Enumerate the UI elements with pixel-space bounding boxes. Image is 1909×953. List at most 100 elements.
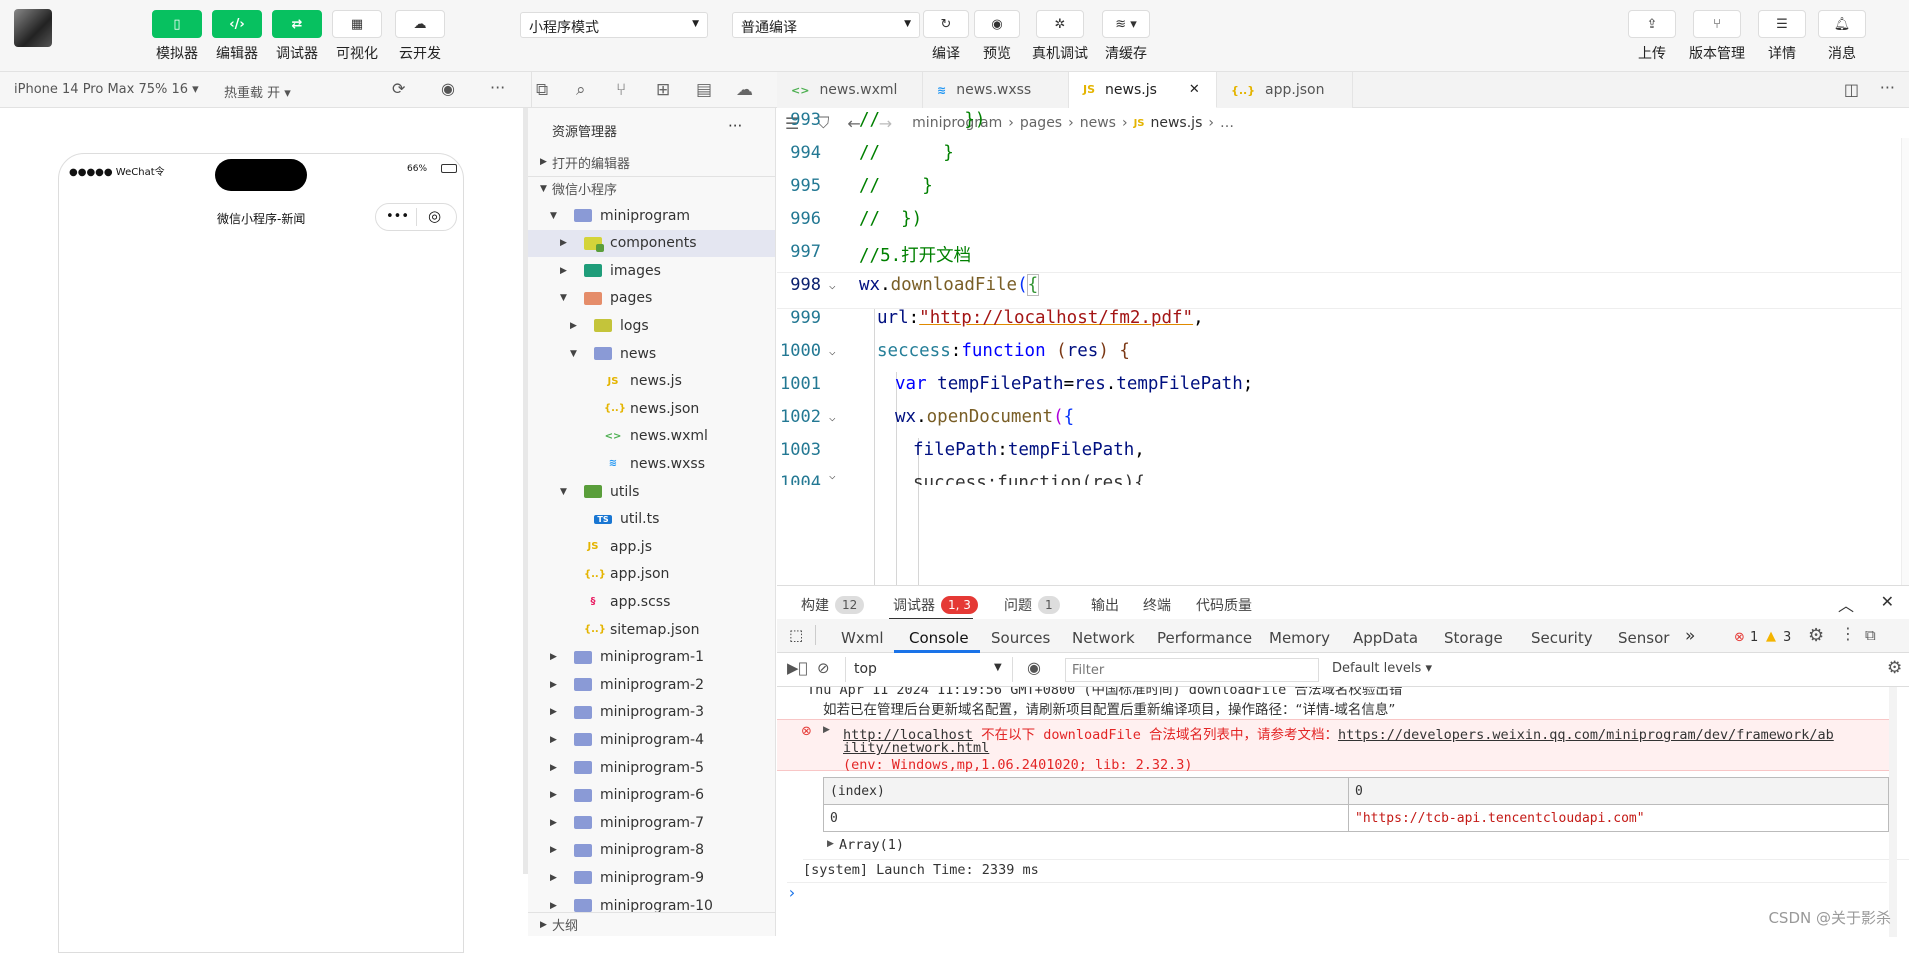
tab-app-json[interactable]: {..} app.json xyxy=(1217,72,1353,108)
hotreload-toggle[interactable]: 热重载 开 ▾ xyxy=(224,82,291,101)
tree-file[interactable]: §app.scss xyxy=(528,588,776,615)
tree-folder[interactable]: ▼pages xyxy=(528,285,776,312)
tree-file[interactable]: TSutil.ts xyxy=(528,506,776,533)
extensions-icon[interactable]: ⊞ xyxy=(656,80,670,100)
cloud-dev-icon[interactable]: ☁ xyxy=(736,80,753,100)
clear-cache-button[interactable]: ≋ ▾ 清缓存 xyxy=(1098,10,1154,63)
tree-folder[interactable]: ▶images xyxy=(528,257,776,284)
source-control-icon[interactable]: ⑂ xyxy=(616,80,626,100)
tab-news-js[interactable]: JS news.js ✕ xyxy=(1069,72,1217,108)
tree-folder[interactable]: ▶miniprogram-1 xyxy=(528,644,776,671)
debugger-button[interactable]: ⇄ 调试器 xyxy=(271,10,323,63)
tab-news-wxml[interactable]: <> news.wxml xyxy=(777,72,923,108)
compile-select[interactable]: 普通编译 ▼ xyxy=(732,12,920,38)
fold-chevron-icon[interactable]: ⌵ xyxy=(829,279,836,292)
fold-chevron-icon[interactable]: ⌵ xyxy=(829,471,836,482)
devtools-tab-console[interactable]: Console xyxy=(909,629,969,647)
section-outline[interactable]: ▶ 大纲 xyxy=(528,912,776,936)
fold-chevron-icon[interactable]: ⌵ xyxy=(829,345,836,358)
tree-file[interactable]: {..}app.json xyxy=(528,561,776,588)
devtools-tab-sources[interactable]: Sources xyxy=(991,629,1050,647)
split-editor-icon[interactable]: ◫ xyxy=(1844,80,1859,99)
devtools-tab-storage[interactable]: Storage xyxy=(1444,629,1503,647)
dock-icon[interactable]: ⧉ xyxy=(1865,626,1876,644)
tree-folder[interactable]: ▶miniprogram-4 xyxy=(528,726,776,753)
cloud-button[interactable]: ☁ 云开发 xyxy=(394,10,446,63)
code-editor[interactable]: ☰ ⛉ ← → miniprogram › pages › news › JS … xyxy=(777,108,1909,585)
collapse-panel-icon[interactable]: ︿ xyxy=(1838,592,1854,616)
section-project[interactable]: ▼ 微信小程序 xyxy=(528,176,776,200)
tree-folder[interactable]: ▶miniprogram-8 xyxy=(528,837,776,864)
tree-folder[interactable]: ▶miniprogram-9 xyxy=(528,864,776,891)
tree-file[interactable]: {..}sitemap.json xyxy=(528,616,776,643)
tab-output[interactable]: 输出 xyxy=(1091,595,1119,615)
tab-news-wxss[interactable]: ≋ news.wxss xyxy=(923,72,1069,108)
sidebar-toggle-icon[interactable]: ▶⃞ xyxy=(787,659,808,677)
close-icon[interactable]: ✕ xyxy=(1189,82,1200,97)
device-select[interactable]: iPhone 14 Pro Max 75% 16 ▾ xyxy=(14,82,199,97)
error-doc-link[interactable]: ility/network.html xyxy=(843,740,1909,756)
upload-button[interactable]: ⇪ 上传 xyxy=(1627,10,1677,63)
more-vert-icon[interactable]: ⋮ xyxy=(1840,624,1856,643)
clear-console-icon[interactable]: ⊘ xyxy=(817,659,830,677)
tree-folder[interactable]: ▶miniprogram-3 xyxy=(528,699,776,726)
tab-code-quality[interactable]: 代码质量 xyxy=(1196,595,1252,615)
tree-folder[interactable]: ▶logs xyxy=(528,312,776,339)
devtools-tab-wxml[interactable]: Wxml xyxy=(841,629,884,647)
tree-folder[interactable]: ▶miniprogram-5 xyxy=(528,754,776,781)
tree-folder[interactable]: ▶miniprogram-7 xyxy=(528,809,776,836)
editor-button[interactable]: ‹/› 编辑器 xyxy=(211,10,263,63)
tab-build[interactable]: 构建 12 xyxy=(801,595,864,615)
table-header[interactable]: (index) xyxy=(824,778,1349,805)
gear-icon[interactable]: ⚙ xyxy=(1808,625,1824,646)
visual-button[interactable]: ▦ 可视化 xyxy=(331,10,383,63)
gear-icon[interactable]: ⚙ xyxy=(1887,658,1902,678)
warning-count[interactable]: 3 xyxy=(1783,630,1791,645)
console-prompt[interactable]: › xyxy=(787,882,1887,902)
panel-icon[interactable]: ▤ xyxy=(696,80,712,100)
chevron-right-icon[interactable]: ▶ xyxy=(827,839,834,849)
rotate-icon[interactable]: ⟳ xyxy=(392,79,405,98)
search-icon[interactable]: ⌕ xyxy=(576,80,586,100)
chevron-right-icon[interactable]: ▶ xyxy=(823,725,830,735)
more-tabs-icon[interactable]: » xyxy=(1685,626,1695,646)
remote-debug-button[interactable]: ✲ 真机调试 xyxy=(1032,10,1088,63)
close-icon[interactable]: ✕ xyxy=(1881,592,1894,611)
section-open-editors[interactable]: ▶ 打开的编辑器 xyxy=(528,150,776,174)
tree-file[interactable]: ≋news.wxss xyxy=(528,450,776,477)
console-scrollbar[interactable] xyxy=(1889,687,1897,937)
devtools-tab-performance[interactable]: Performance xyxy=(1157,629,1252,647)
tab-terminal[interactable]: 终端 xyxy=(1143,595,1171,615)
tree-folder[interactable]: ▼miniprogram xyxy=(528,202,776,229)
more-icon[interactable]: ··· xyxy=(1880,78,1895,97)
more-icon[interactable]: ··· xyxy=(490,78,505,97)
inspect-icon[interactable]: ⬚ xyxy=(789,626,803,644)
eye-icon[interactable]: ◉ xyxy=(1027,658,1041,677)
details-button[interactable]: ☰ 详情 xyxy=(1757,10,1807,63)
tree-file[interactable]: JSnews.js xyxy=(528,368,776,395)
capsule-more-button[interactable]: ••• xyxy=(386,209,409,224)
stop-icon[interactable]: ◉ xyxy=(441,79,455,98)
fold-chevron-icon[interactable]: ⌵ xyxy=(829,411,836,424)
console-array[interactable]: Array(1) xyxy=(839,837,1909,853)
context-select[interactable]: top ▼ xyxy=(845,657,1013,682)
tree-file[interactable]: {..}news.json xyxy=(528,395,776,422)
devtools-tab-appdata[interactable]: AppData xyxy=(1353,629,1418,647)
preview-button[interactable]: ◉ 预览 xyxy=(973,10,1021,63)
tree-folder[interactable]: ▶miniprogram-2 xyxy=(528,671,776,698)
mode-select[interactable]: 小程序模式 ▼ xyxy=(520,12,708,38)
filter-input[interactable] xyxy=(1065,658,1319,682)
tree-folder[interactable]: ▶miniprogram-6 xyxy=(528,782,776,809)
error-count[interactable]: 1 xyxy=(1750,630,1758,645)
tab-debugger[interactable]: 调试器 1, 3 xyxy=(893,595,978,615)
tree-folder[interactable]: ▼utils xyxy=(528,478,776,505)
tab-problems[interactable]: 问题 1 xyxy=(1004,595,1060,615)
log-levels-select[interactable]: Default levels ▾ xyxy=(1332,661,1432,676)
compile-button[interactable]: ↻ 编译 xyxy=(922,10,970,63)
tree-folder[interactable]: ▶components xyxy=(528,230,776,257)
tree-file[interactable]: JSapp.js xyxy=(528,533,776,560)
more-icon[interactable]: ··· xyxy=(728,117,742,135)
tree-folder[interactable]: ▼news xyxy=(528,340,776,367)
editor-scrollbar[interactable] xyxy=(1901,138,1909,585)
devtools-tab-memory[interactable]: Memory xyxy=(1269,629,1330,647)
